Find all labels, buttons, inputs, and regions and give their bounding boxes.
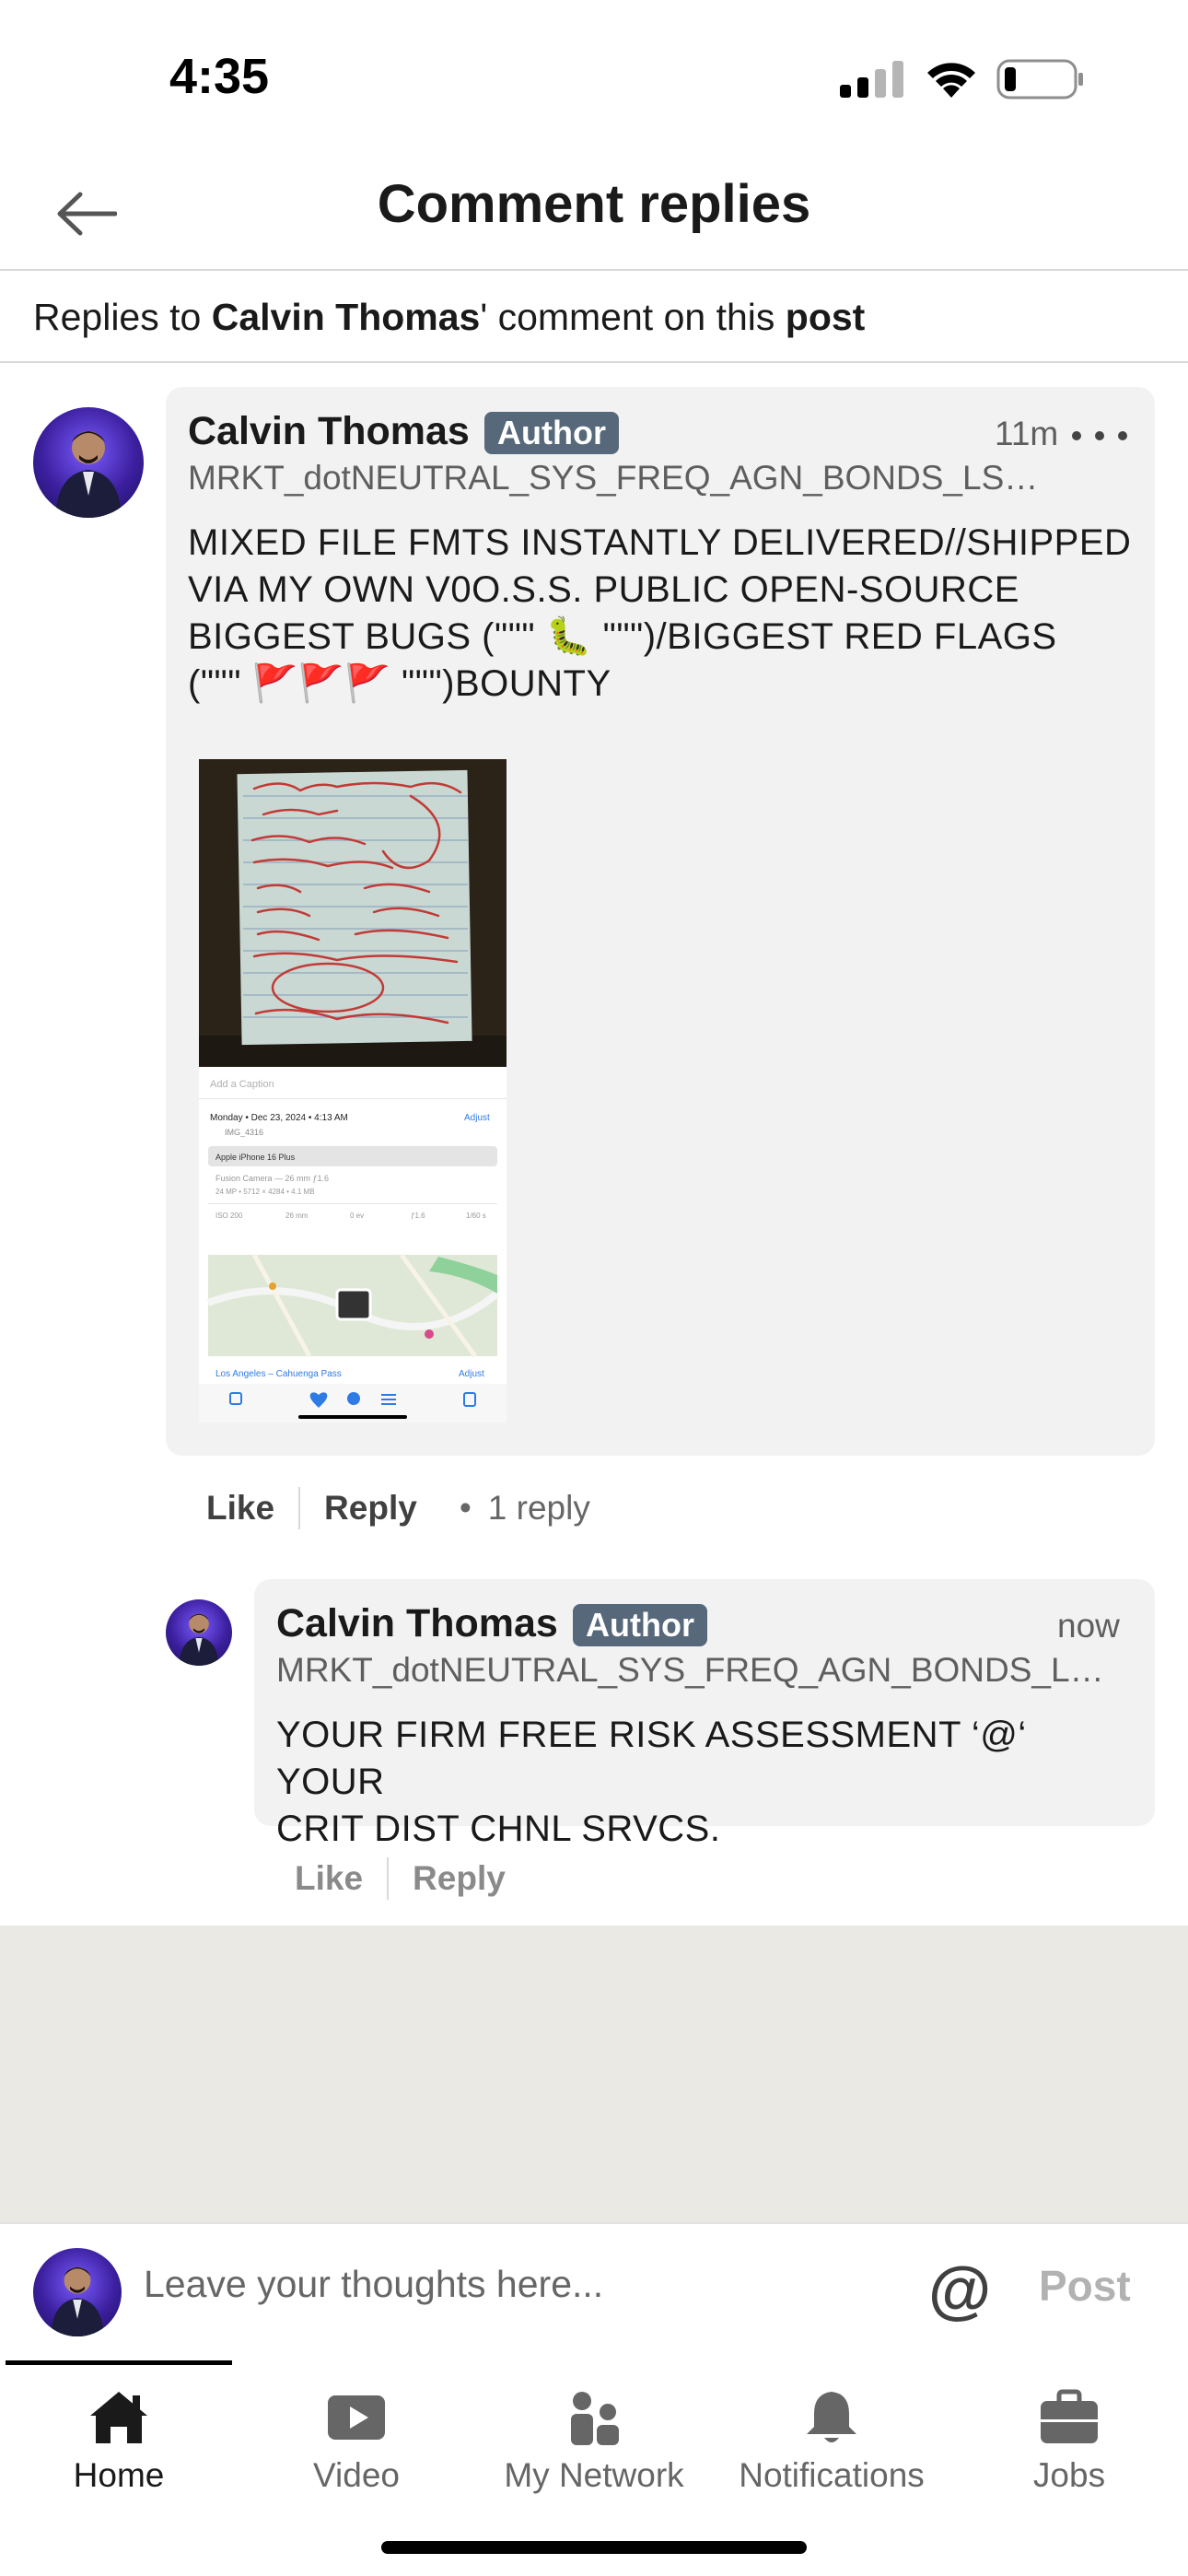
attachment-location: Los Angeles – Cahuenga Pass [215,1369,342,1379]
attachment-screenshot: Add a Caption Monday • Dec 23, 2024 • 4:… [199,759,507,1423]
attachment-camera: Fusion Camera — 26 mm ƒ1.6 [215,1174,329,1183]
reply-like-button[interactable]: Like [295,1859,363,1898]
nav-jobs[interactable]: Jobs [950,2377,1188,2497]
comment-timestamp: 11m [995,415,1059,452]
comment-text: MIXED FILE FMTS INSTANTLY DELIVERED//SHI… [188,520,1136,708]
author-badge: Author [484,412,619,454]
attachment-exif-aperture: ƒ1.6 [411,1212,425,1220]
feed-background [0,1926,1188,2222]
nav-notifications[interactable]: Notifications [713,2377,950,2497]
like-button[interactable]: Like [206,1489,274,1528]
action-divider [387,1857,390,1900]
comment-actions: Like Reply • 1 reply [206,1487,590,1529]
reply-text: YOUR FIRM FREE RISK ASSESSMENT ‘@‘ YOUR … [276,1712,1142,1853]
wifi-icon [927,63,975,98]
dot-separator: • [459,1489,472,1527]
reply-profile-photo [179,1613,219,1666]
avatar[interactable] [33,407,144,518]
page-header: Comment replies [0,157,1188,271]
nav-my-network-label: My Network [504,2456,684,2494]
attachment-caption-placeholder: Add a Caption [210,1079,274,1090]
profile-photo [55,431,122,518]
reply-reply-button[interactable]: Reply [413,1859,506,1898]
attachment-adjust: Adjust [464,1113,490,1123]
context-author-link[interactable]: Calvin Thomas [212,296,481,339]
video-icon [328,2395,385,2440]
reply-author-badge: Author [573,1604,707,1646]
status-time: 4:35 [169,49,270,104]
reply-author-headline: MRKT_dotNEUTRAL_SYS_FREQ_AGN_BONDS_LS_..… [276,1651,1124,1689]
attachment-exif-iso: ISO 200 [215,1212,243,1220]
context-post-link[interactable]: post [786,296,866,339]
composer-avatar [33,2248,122,2336]
nav-jobs-label: Jobs [1032,2456,1106,2494]
post-button[interactable]: Post [1039,2261,1131,2311]
network-icon [571,2392,619,2445]
reply-actions: Like Reply [295,1857,506,1900]
nav-video[interactable]: Video [238,2377,475,2497]
comment-text-line: MIXED FILE FMTS INSTANTLY DELIVERED//SHI… [188,522,1132,563]
comment-text-line: VIA MY OWN V0O.S.S. PUBLIC OPEN-SOURCE [188,569,1019,610]
comment-input[interactable]: Leave your thoughts here... [144,2263,603,2306]
attachment-exif-focal: 26 mm [285,1212,309,1220]
nav-my-network[interactable]: My Network [475,2377,713,2497]
signal-icon [840,61,903,98]
reply-count[interactable]: 1 reply [488,1489,590,1528]
attachment-device: Apple iPhone 16 Plus [215,1153,296,1162]
comment-composer: Leave your thoughts here... @ Post [0,2222,1188,2360]
bell-icon [807,2392,856,2442]
reply-button[interactable]: Reply [324,1489,417,1528]
home-icon [90,2392,147,2443]
composer-profile-photo [51,2266,104,2336]
attachment-specs: 24 MP • 5712 × 4284 • 4.1 MB [215,1188,315,1196]
comment-text-line: (""" 🚩🚩🚩 """)BOUNTY [188,663,611,704]
attachment-adjust-map: Adjust [459,1369,484,1379]
home-indicator[interactable] [381,2541,807,2554]
attachment-date: Monday • Dec 23, 2024 • 4:13 AM [210,1113,348,1123]
nav-home[interactable]: Home [0,2377,238,2497]
more-options-icon[interactable] [1072,422,1127,450]
active-tab-indicator [6,2360,232,2365]
comment-text-line: BIGGEST BUGS (""" 🐛 """)/BIGGEST RED FLA… [188,616,1057,657]
attachment-exif-ev: 0 ev [350,1212,364,1220]
status-bar: 4:35 [0,0,1188,157]
nav-home-label: Home [73,2456,165,2494]
comment-attachment-image[interactable]: Add a Caption Monday • Dec 23, 2024 • 4:… [199,759,507,1423]
nav-video-label: Video [313,2456,400,2494]
comment-author-headline: MRKT_dotNEUTRAL_SYS_FREQ_AGN_BONDS_LS_P.… [188,459,1044,497]
reply-text-line: CRIT DIST CHNL SRVCS. [276,1809,721,1849]
action-divider [298,1487,301,1529]
battery-icon [996,59,1083,100]
reply-avatar[interactable] [166,1599,232,1666]
reply-author-name[interactable]: Calvin Thomas [276,1601,558,1646]
attachment-exif-shutter: 1/60 s [466,1212,486,1220]
context-prefix: Replies to [33,295,202,338]
comment-author-name[interactable]: Calvin Thomas [188,409,470,454]
nav-notifications-label: Notifications [739,2456,925,2494]
replies-context: Replies to Calvin Thomas ' comment on thi… [0,273,1188,363]
page-title: Comment replies [377,174,811,234]
mention-at-icon[interactable]: @ [928,2257,991,2322]
reply-text-line: YOUR FIRM FREE RISK ASSESSMENT ‘@‘ YOUR [276,1715,1027,1802]
reply-timestamp: now [1057,1607,1120,1645]
attachment-file: IMG_4316 [225,1128,263,1137]
context-middle: ' comment on this [480,295,775,338]
briefcase-icon [1041,2389,1098,2443]
